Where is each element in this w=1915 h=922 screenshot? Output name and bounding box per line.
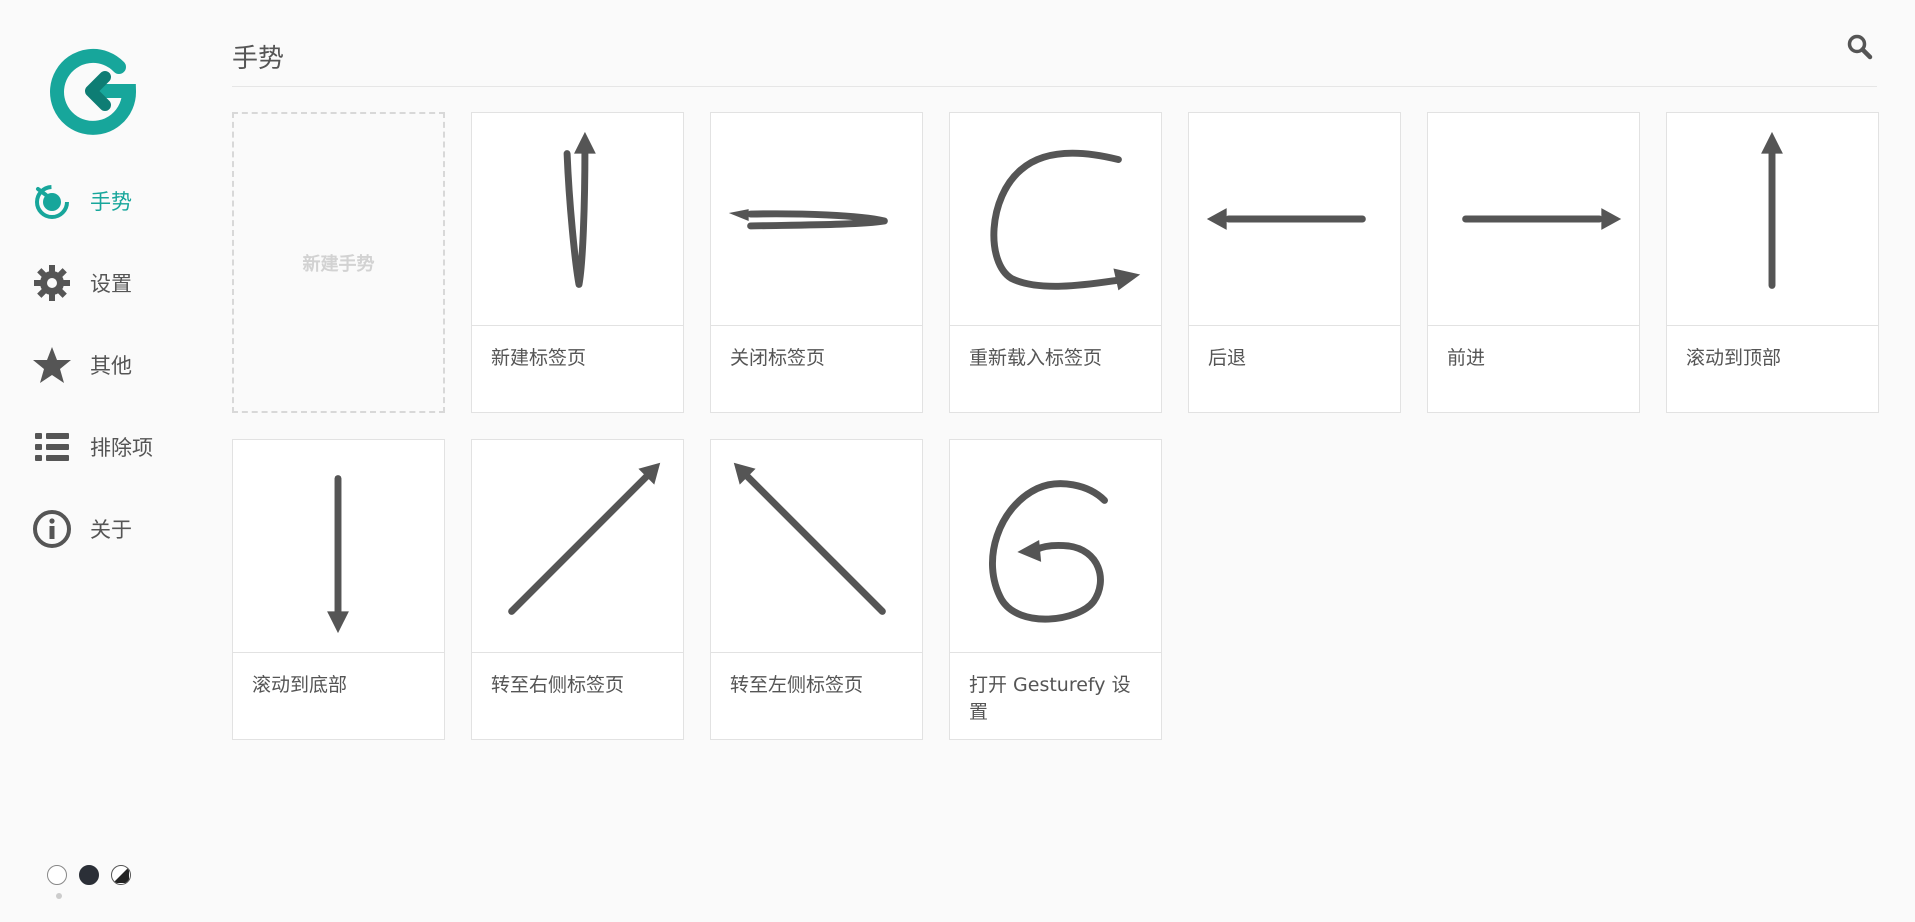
gesture-card[interactable]: 关闭标签页: [710, 112, 923, 413]
arrow-right-icon: [1428, 113, 1639, 326]
sidebar-item-settings[interactable]: 设置: [32, 262, 153, 304]
page-title: 手势: [232, 44, 285, 74]
gesture-card[interactable]: 新建标签页: [471, 112, 684, 413]
search-button[interactable]: [1845, 32, 1877, 64]
gesture-label: 滚动到顶部: [1686, 347, 1782, 369]
gesture-label: 前进: [1447, 347, 1486, 369]
sidebar-item-label: 排除项: [90, 436, 153, 460]
theme-contrast-button[interactable]: [111, 865, 131, 885]
gesture-card[interactable]: 重新载入标签页: [949, 112, 1162, 413]
gesture-label: 后退: [1208, 347, 1247, 369]
sidebar-item-about[interactable]: 关于: [32, 508, 153, 550]
sidebar-nav: 手势 设置 其他 排除项 关于: [32, 180, 153, 590]
gesture-label: 转至右侧标签页: [491, 674, 625, 696]
arrow-down-icon: [233, 440, 444, 653]
info-icon: [32, 509, 72, 549]
gear-icon: [32, 263, 72, 303]
theme-dark-button[interactable]: [79, 865, 99, 885]
app-root: 手势 设置 其他 排除项 关于 手势 新建手势 新建标签页 关闭标签页 重新载入…: [0, 0, 1915, 922]
theme-switcher: [47, 865, 131, 885]
gesture-card[interactable]: 转至右侧标签页: [471, 439, 684, 740]
list-icon: [32, 427, 72, 467]
new-gesture-button[interactable]: 新建手势: [232, 112, 445, 413]
arrow-left-icon: [1189, 113, 1400, 326]
gesture-label: 新建标签页: [491, 347, 587, 369]
arrow-up-icon: [1667, 113, 1878, 326]
gesture-icon: [32, 181, 72, 221]
page-header: 手势: [232, 30, 1877, 87]
up-down-up-stroke-icon: [472, 113, 683, 326]
c-curve-stroke-icon: [950, 113, 1161, 326]
sidebar-item-gestures[interactable]: 手势: [32, 180, 153, 222]
gesture-label: 打开 Gesturefy 设置: [969, 674, 1131, 723]
gesture-label: 重新载入标签页: [969, 347, 1103, 369]
sidebar-item-other[interactable]: 其他: [32, 344, 153, 386]
arrow-up-right-icon: [472, 440, 683, 653]
sidebar-item-label: 关于: [90, 518, 132, 542]
g-curve-stroke-icon: [950, 440, 1161, 653]
gesture-label: 转至左侧标签页: [730, 674, 864, 696]
arrow-up-left-icon: [711, 440, 922, 653]
sidebar-item-exclusions[interactable]: 排除项: [32, 426, 153, 468]
gesture-card[interactable]: 前进: [1427, 112, 1640, 413]
gesture-card[interactable]: 后退: [1188, 112, 1401, 413]
new-gesture-label: 新建手势: [302, 253, 375, 275]
sidebar: 手势 设置 其他 排除项 关于: [0, 0, 200, 922]
star-icon: [32, 345, 72, 385]
right-left-stroke-icon: [711, 113, 922, 326]
gesture-card[interactable]: 滚动到顶部: [1666, 112, 1879, 413]
sidebar-item-label: 手势: [90, 190, 132, 214]
gesture-card[interactable]: 打开 Gesturefy 设置: [949, 439, 1162, 740]
theme-light-button[interactable]: [47, 865, 67, 885]
gesture-card[interactable]: 转至左侧标签页: [710, 439, 923, 740]
sidebar-item-label: 设置: [90, 272, 132, 296]
search-icon: [1845, 34, 1877, 68]
gesture-label: 关闭标签页: [730, 347, 826, 369]
gesture-card[interactable]: 滚动到底部: [232, 439, 445, 740]
gesture-label: 滚动到底部: [252, 674, 348, 696]
gesturefy-logo-icon: [49, 45, 141, 137]
gesture-grid: 新建手势 新建标签页 关闭标签页 重新载入标签页 后退 前进 滚动到顶部 滚动到…: [232, 112, 1879, 740]
sidebar-item-label: 其他: [90, 354, 132, 378]
theme-active-indicator: [56, 893, 62, 899]
